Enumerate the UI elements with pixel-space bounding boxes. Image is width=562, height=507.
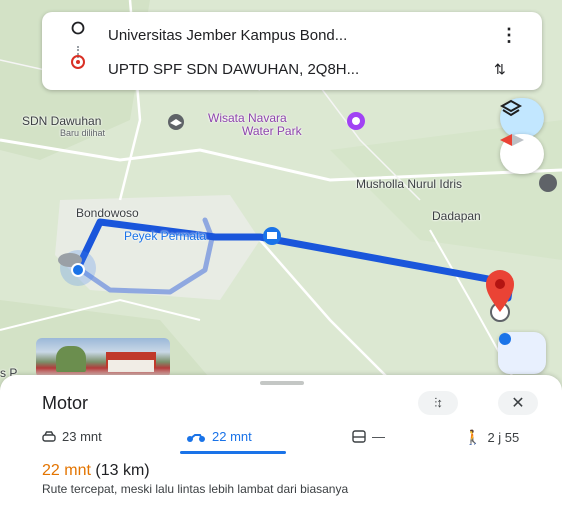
origin-row[interactable]: Universitas Jember Kampus Bond... ⋮ xyxy=(42,20,542,50)
tab-transit-label: — xyxy=(372,429,385,444)
close-button[interactable]: ✕ xyxy=(498,391,538,415)
route-summary: 22 mnt (13 km) xyxy=(42,462,150,480)
destination-field[interactable]: UPTD SPF SDN DAWUHAN, 2Q8H... xyxy=(108,61,359,78)
tab-car[interactable]: 23 mnt xyxy=(42,429,102,444)
map-label-musholla[interactable]: Musholla Nurul Idris xyxy=(356,177,462,191)
walk-icon: 🚶 xyxy=(464,429,482,445)
route-distance: (13 km) xyxy=(95,462,150,479)
route-description: Rute tercepat, meski lalu lintas lebih l… xyxy=(42,482,349,496)
motorcycle-icon xyxy=(187,433,205,442)
tab-motorcycle[interactable]: 22 mnt xyxy=(186,429,252,444)
map-label-sdn-dawuhan[interactable]: SDN Dawuhan xyxy=(22,114,101,128)
map-label-water-park[interactable]: Water Park xyxy=(242,124,302,138)
active-tab-indicator xyxy=(180,451,286,454)
sheet-drag-handle[interactable] xyxy=(260,381,304,385)
tab-transit[interactable]: — xyxy=(352,429,385,444)
map-label-bondowoso: Bondowoso xyxy=(76,206,139,220)
layers-icon xyxy=(500,99,522,117)
destination-pin-icon xyxy=(71,55,85,69)
map-label-dadapan: Dadapan xyxy=(432,209,481,223)
car-icon xyxy=(42,430,56,442)
map-label-peyek-permata[interactable]: Peyek Permata xyxy=(124,229,206,243)
compass-icon xyxy=(500,134,524,146)
my-location-button[interactable] xyxy=(498,332,546,374)
map-label-recently-viewed: Baru dilihat xyxy=(60,128,106,138)
map-view[interactable]: SDN Dawuhan Baru dilihat Wisata Navara W… xyxy=(0,0,562,390)
directions-card: Universitas Jember Kampus Bond... ⋮ UPTD… xyxy=(42,12,542,90)
tab-walk[interactable]: 🚶 2 j 55 xyxy=(464,429,519,446)
travel-mode-tabs: 23 mnt 22 mnt — 🚶 2 j 55 xyxy=(0,421,562,455)
tab-car-label: 23 mnt xyxy=(62,429,102,444)
tab-motorcycle-label: 22 mnt xyxy=(212,429,252,444)
origin-circle-icon xyxy=(71,21,85,35)
map-label-wisata-navara[interactable]: Wisata Navara xyxy=(208,111,287,125)
filter-icon: ⫶↕ xyxy=(434,395,443,410)
close-icon: ✕ xyxy=(511,395,525,412)
origin-field[interactable]: Universitas Jember Kampus Bond... xyxy=(108,27,347,44)
directions-sheet: Motor ⫶↕ ✕ 23 mnt 22 mnt — 🚶 2 j 55 22 m… xyxy=(0,375,562,507)
my-location-icon xyxy=(499,333,511,345)
compass-button[interactable] xyxy=(500,134,544,174)
swap-icon[interactable]: ⇅ xyxy=(494,61,506,78)
place-photo-thumbnail[interactable] xyxy=(36,338,170,378)
more-vert-icon[interactable]: ⋮ xyxy=(500,25,518,46)
origin-dot xyxy=(71,263,85,277)
transit-icon xyxy=(352,429,366,443)
layers-button[interactable] xyxy=(500,98,544,138)
tab-walk-label: 2 j 55 xyxy=(487,430,520,445)
route-duration: 22 mnt xyxy=(42,462,91,479)
filter-button[interactable]: ⫶↕ xyxy=(418,391,458,415)
destination-row[interactable]: UPTD SPF SDN DAWUHAN, 2Q8H... ⇅ xyxy=(42,54,542,84)
sheet-title: Motor xyxy=(42,393,89,413)
